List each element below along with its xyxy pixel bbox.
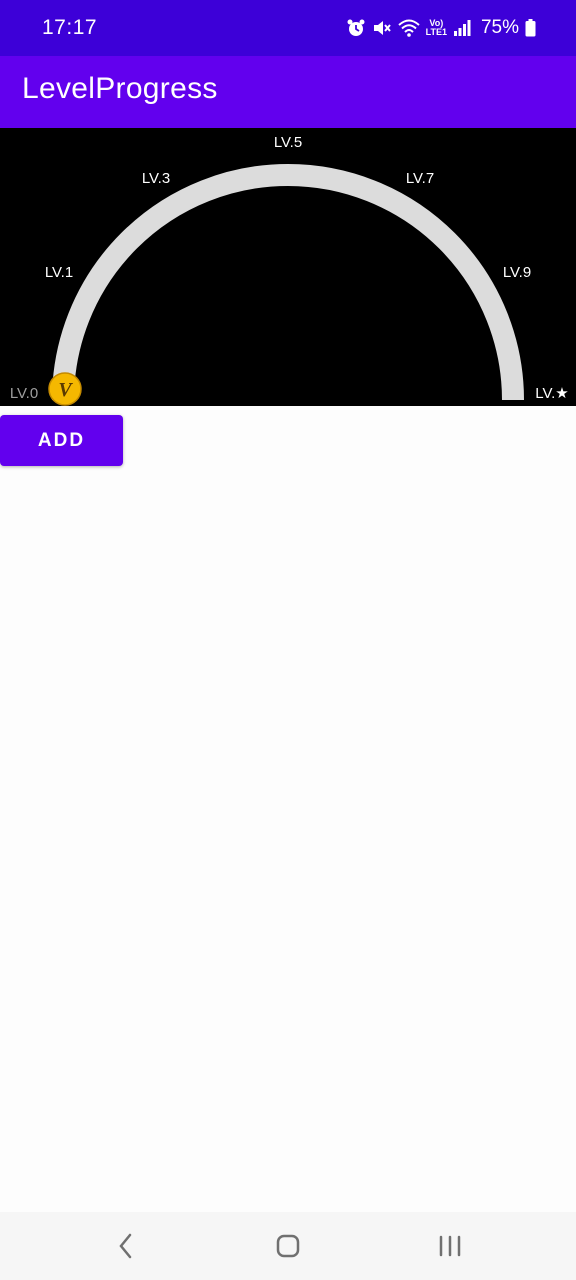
level-label-1: LV.1 (45, 264, 73, 281)
level-gauge: LV.0 LV.1 LV.3 LV.5 LV.7 LV.9 LV.★ V (0, 128, 576, 406)
add-button[interactable]: ADD (0, 415, 123, 466)
level-label-0: LV.0 (10, 385, 38, 402)
level-badge: V (48, 372, 82, 406)
level-label-3: LV.3 (142, 170, 170, 187)
back-button[interactable] (96, 1226, 156, 1266)
mute-icon (372, 18, 392, 38)
recents-button[interactable] (420, 1226, 480, 1266)
recents-icon (439, 1235, 461, 1257)
level-badge-letter: V (58, 379, 73, 401)
home-icon (276, 1234, 300, 1258)
home-button[interactable] (258, 1226, 318, 1266)
app-bar: LevelProgress (0, 56, 576, 128)
battery-icon (525, 19, 536, 37)
app-title: LevelProgress (22, 72, 218, 105)
status-time: 17:17 (42, 16, 98, 39)
volte-icon: Vo) LTE1 (426, 19, 447, 37)
level-label-star: LV.★ (535, 385, 568, 402)
alarm-icon (346, 18, 366, 38)
level-label-5: LV.5 (274, 134, 302, 151)
battery-percent: 75% (480, 17, 519, 38)
volte-bottom-text: LTE1 (425, 27, 447, 37)
status-bar: 17:17 Vo) LTE1 75% (0, 0, 576, 56)
navigation-bar (0, 1212, 576, 1280)
level-label-7: LV.7 (406, 170, 434, 187)
status-icons: Vo) LTE1 75% (346, 14, 536, 42)
level-gauge-canvas: LV.0 LV.1 LV.3 LV.5 LV.7 LV.9 LV.★ V (10, 134, 569, 406)
signal-icon (453, 18, 471, 38)
wifi-icon (397, 18, 420, 38)
back-icon (119, 1233, 132, 1259)
level-label-9: LV.9 (503, 264, 531, 281)
level-track (52, 164, 524, 401)
